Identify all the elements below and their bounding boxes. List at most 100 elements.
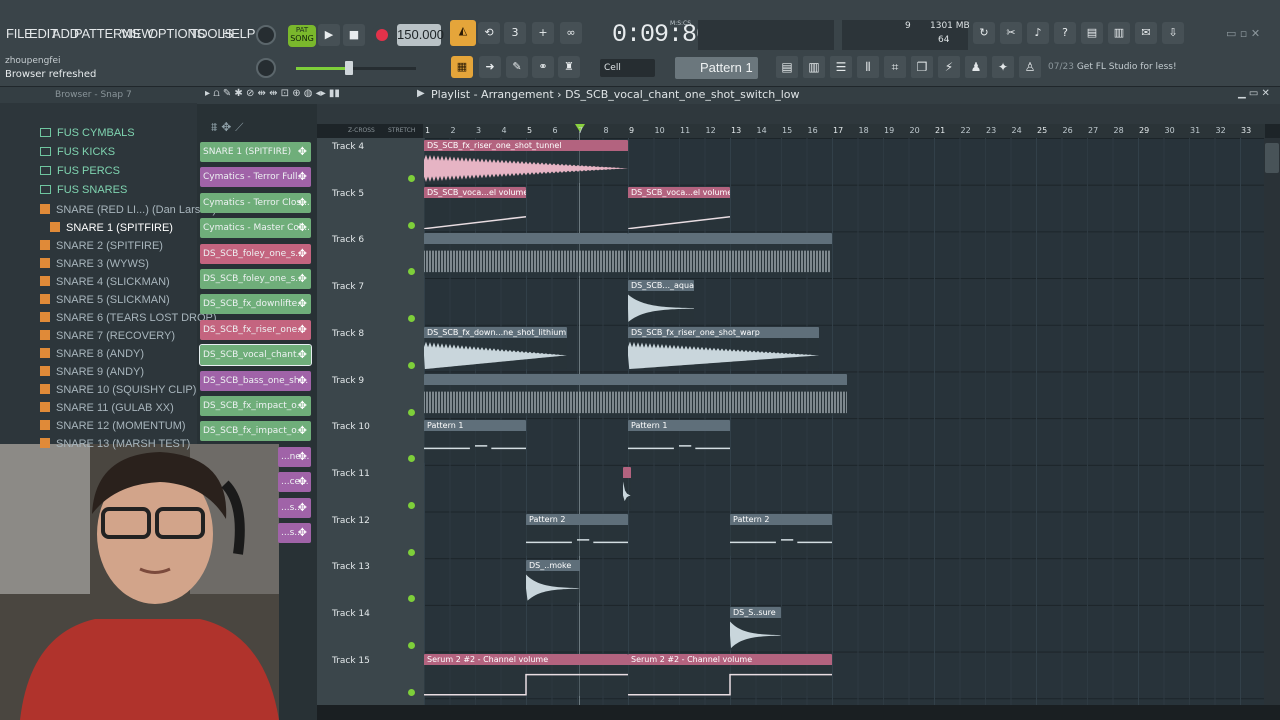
browser-file[interactable]: SNARE 10 (SQUISHY CLIP) — [40, 384, 196, 396]
channel-button[interactable]: DS_SCB_fx_riser_one... ✥ — [200, 319, 311, 340]
track-mute-led[interactable] — [408, 361, 415, 369]
snap-selector[interactable]: Cell — [600, 59, 655, 77]
loop-record-icon[interactable]: ∞ — [560, 22, 582, 44]
clip-named[interactable]: DS_..moke — [526, 560, 580, 603]
playlist-view-icon[interactable]: ▦ — [451, 56, 473, 78]
playlist-window-controls[interactable]: ▁ ▭ ✕ — [1238, 88, 1270, 99]
stamp-icon[interactable]: ♜ — [558, 56, 580, 78]
menu-item-help[interactable]: HELP — [222, 26, 255, 41]
track-label[interactable]: Track 12 — [332, 516, 370, 526]
browser-file[interactable]: SNARE 2 (SPITFIRE) — [40, 240, 163, 252]
track-mute-led[interactable] — [408, 408, 415, 416]
pattern-selector[interactable]: Pattern 1 — [675, 57, 758, 79]
clip-named[interactable]: DS_S..sure — [730, 607, 781, 650]
clip-named[interactable]: DS_SCB_fx_riser_one_shot_tunnel — [424, 140, 628, 183]
clip-audio[interactable] — [424, 233, 628, 277]
track-label[interactable]: Track 13 — [332, 562, 370, 572]
clip-named[interactable]: Pattern 1 — [424, 420, 526, 463]
track-label[interactable]: Track 9 — [332, 376, 364, 386]
browser-file[interactable]: SNARE 1 (SPITFIRE) — [50, 222, 173, 234]
channel-arrow-icon[interactable]: ✥ — [298, 244, 307, 264]
user-icon[interactable]: ♙ — [1019, 56, 1041, 78]
channel-arrow-icon[interactable]: ✥ — [298, 345, 307, 365]
clip-named[interactable]: DS_SCB_fx_down...ne_shot_lithium — [424, 326, 567, 370]
clip-named[interactable]: Serum 2 #2 - Channel volume — [628, 653, 832, 697]
browser-file[interactable]: SNARE 6 (TEARS LOST DROP) — [40, 312, 217, 324]
tools-icon[interactable]: ✂ — [1000, 22, 1022, 44]
track-label[interactable]: Track 5 — [332, 189, 364, 199]
clip-named[interactable]: DS_SCB_voca...el volume — [424, 186, 526, 230]
channel-arrow-icon[interactable]: ✥ — [298, 294, 307, 314]
arrow-icon[interactable]: ➜ — [479, 56, 501, 78]
project-icon[interactable]: ❐ — [911, 56, 933, 78]
pencil-tool-icon[interactable]: ✎ — [506, 56, 528, 78]
channel-button[interactable]: DS_SCB_foley_one_s... ✥ — [200, 243, 311, 264]
channel-arrow-icon[interactable]: ✥ — [298, 396, 307, 416]
microphone-icon[interactable]: ♪ — [1027, 22, 1049, 44]
browser-file[interactable]: SNARE 4 (SLICKMAN) — [40, 276, 170, 288]
browser-folder[interactable]: FUS KICKS — [40, 146, 115, 158]
channel-arrow-icon[interactable]: ✥ — [298, 193, 307, 213]
play-button[interactable]: ▶ — [318, 24, 340, 46]
browser-file[interactable]: SNARE 13 (MARSH TEST) — [40, 438, 190, 450]
channel-button[interactable]: Cymatics - Terror Full... ✥ — [200, 167, 311, 188]
track-mute-led[interactable] — [408, 501, 415, 509]
window-controls[interactable]: ▭ ▫ ✕ — [1226, 27, 1260, 40]
render-icon[interactable]: ▥ — [1108, 22, 1130, 44]
track-mute-led[interactable] — [408, 548, 415, 556]
channel-arrow-icon[interactable]: ✥ — [298, 523, 307, 543]
browser-file[interactable]: SNARE 5 (SLICKMAN) — [40, 294, 170, 306]
track-label[interactable]: Track 10 — [332, 422, 370, 432]
track-label[interactable]: Track 11 — [332, 469, 370, 479]
browser-file[interactable]: SNARE (RED LI...) (Dan Larson) — [40, 204, 216, 216]
tempo-display[interactable]: 150.000 — [397, 24, 444, 46]
countdown-icon[interactable]: 3 — [504, 22, 526, 44]
link-icon[interactable]: ⚭ — [532, 56, 554, 78]
piano-roll-icon[interactable]: ▥ — [803, 56, 825, 78]
news-panel[interactable]: 07/23 Get FL Studio for less! — [1048, 56, 1178, 78]
clip-audio[interactable] — [424, 373, 848, 417]
clip-named[interactable]: DS_SCB_voca...el volume — [628, 186, 730, 230]
browser-file[interactable]: SNARE 12 (MOMENTUM) — [40, 420, 186, 432]
channel-arrow-icon[interactable]: ✥ — [298, 447, 307, 467]
channel-arrow-icon[interactable]: ✥ — [298, 167, 307, 187]
channel-button[interactable]: Cymatics - Master Col... ✥ — [200, 218, 311, 239]
save-icon[interactable]: ▤ — [1081, 22, 1103, 44]
browser-file[interactable]: SNARE 9 (ANDY) — [40, 366, 144, 378]
metronome-button[interactable]: ◭ — [450, 20, 476, 46]
track-label[interactable]: Track 8 — [332, 329, 364, 339]
plugin-icon[interactable]: ⚡ — [938, 56, 960, 78]
mixer-icon[interactable]: ▤ — [776, 56, 798, 78]
record-button[interactable] — [371, 24, 393, 46]
browser-file[interactable]: SNARE 7 (RECOVERY) — [40, 330, 175, 342]
clip-named[interactable]: Pattern 2 — [730, 513, 832, 557]
tempo-tap-icon[interactable]: ♟ — [965, 56, 987, 78]
channel-arrow-icon[interactable]: ✥ — [298, 421, 307, 441]
clip-audio[interactable] — [628, 233, 832, 277]
master-volume-knob[interactable] — [256, 25, 276, 45]
help-icon[interactable]: ? — [1054, 22, 1076, 44]
master-slider-handle[interactable] — [345, 61, 353, 75]
track-label[interactable]: Track 15 — [332, 656, 370, 666]
track-label[interactable]: Track 4 — [332, 142, 364, 152]
wait-input-icon[interactable]: ⟲ — [478, 22, 500, 44]
clip-named[interactable]: Pattern 2 — [526, 513, 628, 557]
channel-arrow-icon[interactable]: ✥ — [298, 472, 307, 492]
channel-button[interactable]: DS_SCB_foley_one_s... ✥ — [200, 269, 311, 289]
clip-named[interactable]: Pattern 1 — [628, 420, 730, 463]
browser-file[interactable]: SNARE 3 (WYWS) — [40, 258, 149, 270]
channel-button[interactable]: ...ce... ✥ — [278, 472, 311, 493]
download-icon[interactable]: ⇩ — [1162, 22, 1184, 44]
track-mute-led[interactable] — [408, 642, 415, 649]
channel-arrow-icon[interactable]: ✥ — [298, 371, 307, 391]
channel-button[interactable]: ...ne... ✥ — [278, 446, 311, 467]
channel-arrow-icon[interactable]: ✥ — [298, 320, 307, 340]
stop-button[interactable]: ■ — [343, 24, 365, 46]
track-label[interactable]: Track 7 — [332, 282, 364, 292]
song-mode-toggle[interactable]: PAT SONG — [288, 25, 316, 47]
track-label[interactable]: Track 6 — [332, 235, 364, 245]
browser-folder[interactable]: FUS SNARES — [40, 184, 127, 196]
browser-folder[interactable]: FUS PERCS — [40, 165, 120, 177]
song-time-display[interactable]: 0:09:80 — [612, 20, 711, 49]
channel-button[interactable]: DS_SCB_fx_impact_o... ✥ — [200, 421, 311, 442]
